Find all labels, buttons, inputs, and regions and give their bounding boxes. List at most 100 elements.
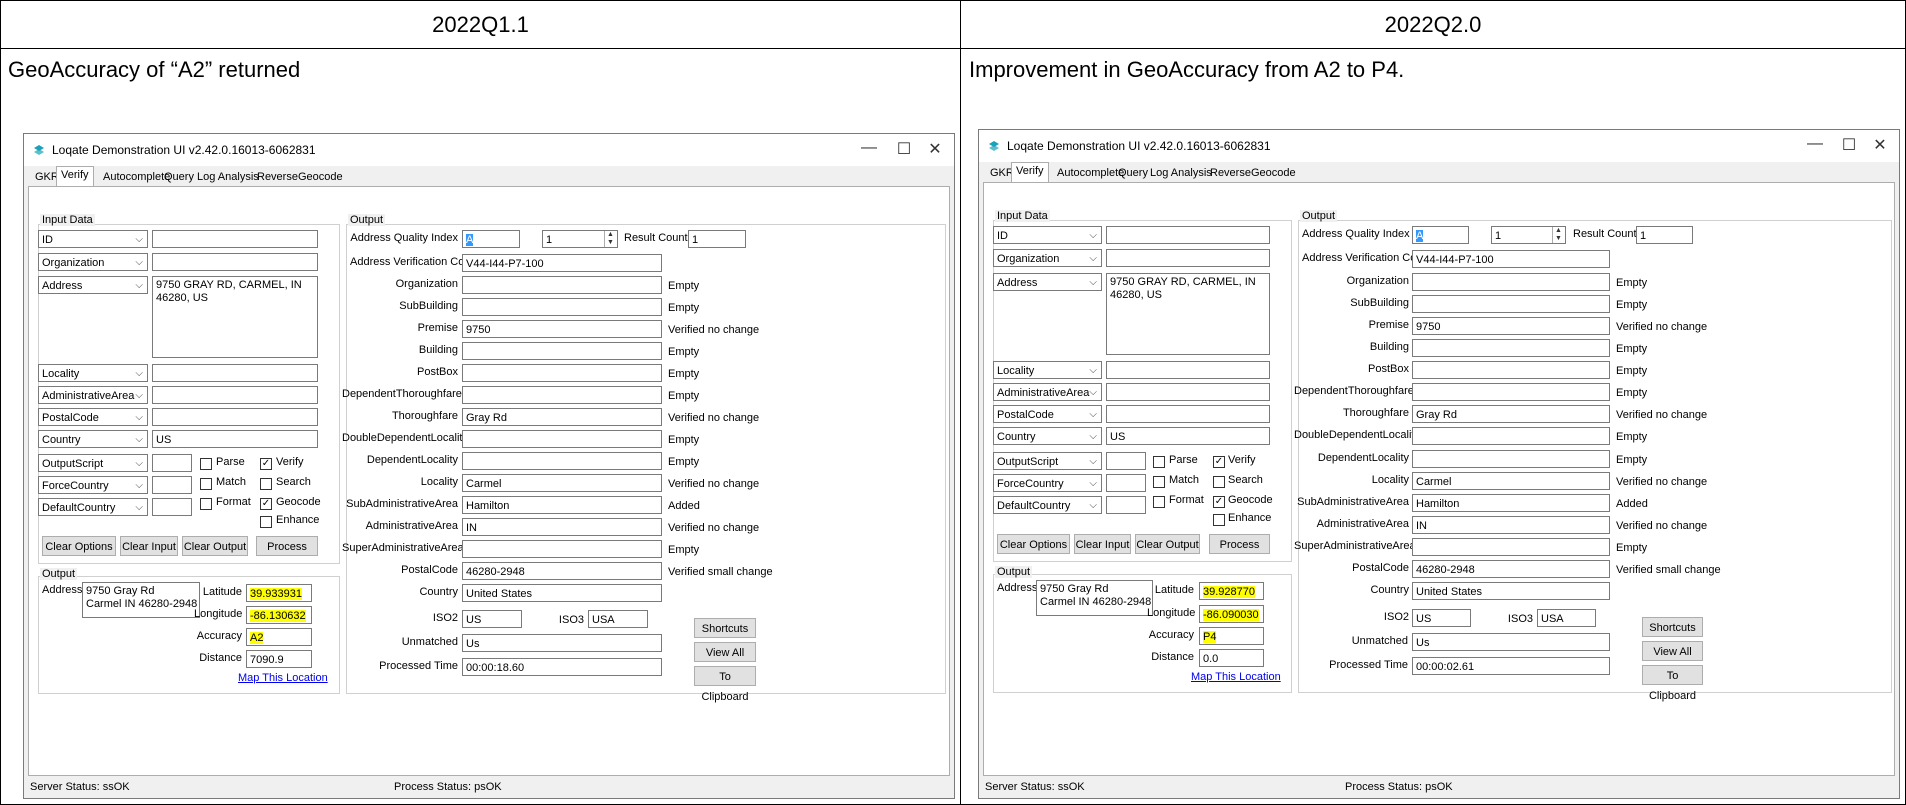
country-input[interactable]: US <box>152 430 318 448</box>
result-dependentthoroughfare-label: DependentThoroughfare <box>342 388 462 400</box>
result-subadministrativearea-label: SubAdministrativeArea <box>1297 496 1409 508</box>
close-button[interactable]: ✕ <box>920 139 950 159</box>
country-input[interactable]: US <box>1106 427 1270 445</box>
parse-checkbox[interactable] <box>200 458 212 470</box>
field-selector-postalcode[interactable]: PostalCode ⌵ <box>38 408 148 426</box>
clear-options-button[interactable]: Clear Options <box>42 536 116 556</box>
close-button[interactable]: ✕ <box>1865 135 1895 155</box>
field-selector-country[interactable]: Country ⌵ <box>993 427 1102 445</box>
tab-reversegeocode[interactable]: ReverseGeocode <box>252 168 348 186</box>
organization-input[interactable] <box>152 253 318 271</box>
result-spinner[interactable]: 1 ▲ ▼ <box>1491 226 1566 244</box>
result-dependentthoroughfare-label: DependentThoroughfare <box>1294 385 1414 397</box>
field-selector-id[interactable]: ID ⌵ <box>38 230 148 248</box>
postalcode-input[interactable] <box>1106 405 1270 423</box>
result-country-label: Country <box>1370 584 1409 596</box>
field-selector-country[interactable]: Country ⌵ <box>38 430 148 448</box>
field-selector-organization[interactable]: Organization ⌵ <box>993 249 1102 267</box>
result-postalcode-value: 46280-2948 <box>462 562 662 580</box>
administrativearea-input[interactable] <box>1106 383 1270 401</box>
shortcuts-button[interactable]: Shortcuts <box>1642 617 1703 637</box>
field-selector-address[interactable]: Address ⌵ <box>993 273 1102 291</box>
field-selector-organization[interactable]: Organization ⌵ <box>38 253 148 271</box>
caption-left: GeoAccuracy of “A2” returned <box>8 57 301 82</box>
view-all-button[interactable]: View All <box>694 642 756 662</box>
field-selector-postalcode[interactable]: PostalCode ⌵ <box>993 405 1102 423</box>
option-outputscript-value[interactable] <box>152 454 192 472</box>
option-outputscript-value[interactable] <box>1106 452 1146 470</box>
option-forcecountry-value[interactable] <box>152 476 192 494</box>
field-selector-address[interactable]: Address ⌵ <box>38 276 148 294</box>
organization-input[interactable] <box>1106 249 1270 267</box>
distance-value: 7090.9 <box>246 650 312 668</box>
maximize-button[interactable]: ☐ <box>1834 135 1864 155</box>
process-button[interactable]: Process <box>1209 534 1270 554</box>
option-outputscript[interactable]: OutputScript ⌵ <box>38 454 148 472</box>
format-checkbox[interactable] <box>1153 496 1165 508</box>
search-checkbox[interactable] <box>260 478 272 490</box>
result-spinner[interactable]: 1 ▲ ▼ <box>542 230 618 248</box>
match-checkbox[interactable] <box>1153 476 1165 488</box>
address-input[interactable]: 9750 GRAY RD, CARMEL, IN 46280, US <box>152 276 318 358</box>
window-title: Loqate Demonstration UI v2.42.0.16013-60… <box>52 143 316 157</box>
match-checkbox[interactable] <box>200 478 212 490</box>
view-all-button[interactable]: View All <box>1642 641 1703 661</box>
status-bar: Server Status: ssOK Process Status: psOK <box>24 778 954 798</box>
clear-output-button[interactable]: Clear Output <box>182 536 248 556</box>
search-checkbox[interactable] <box>1213 476 1225 488</box>
id-input[interactable] <box>152 230 318 248</box>
parse-checkbox[interactable] <box>1153 456 1165 468</box>
result-postbox-label: PostBox <box>1368 363 1409 375</box>
option-forcecountry[interactable]: ForceCountry ⌵ <box>993 474 1102 492</box>
maximize-button[interactable]: ☐ <box>889 139 919 159</box>
postalcode-input[interactable] <box>152 408 318 426</box>
address-input[interactable]: 9750 GRAY RD, CARMEL, IN 46280, US <box>1106 273 1270 355</box>
shortcuts-button[interactable]: Shortcuts <box>694 618 756 638</box>
to-clipboard-button[interactable]: To Clipboard <box>694 666 756 703</box>
verify-checkbox[interactable]: ✓ <box>260 458 272 470</box>
process-button[interactable]: Process <box>256 536 318 556</box>
verify-checkbox[interactable]: ✓ <box>1213 456 1225 468</box>
id-input[interactable] <box>1106 226 1270 244</box>
to-clipboard-button[interactable]: To Clipboard <box>1642 665 1703 702</box>
tab-reversegeocode[interactable]: ReverseGeocode <box>1205 164 1301 182</box>
format-checkbox[interactable] <box>200 498 212 510</box>
option-outputscript[interactable]: OutputScript ⌵ <box>993 452 1102 470</box>
tab-verify[interactable]: Verify <box>1011 162 1049 182</box>
enhance-checkbox[interactable] <box>1213 514 1225 526</box>
minimize-button[interactable]: — <box>854 139 884 157</box>
result-postalcode-label: PostalCode <box>401 564 458 576</box>
address-quality-index-value: A <box>1412 226 1469 244</box>
administrativearea-input[interactable] <box>152 386 318 404</box>
unmatched-label: Unmatched <box>401 636 458 648</box>
map-this-location-link[interactable]: Map This Location <box>238 672 328 684</box>
unmatched-value: Us <box>1412 633 1610 651</box>
option-defaultcountry[interactable]: DefaultCountry ⌵ <box>993 496 1102 514</box>
option-defaultcountry-value[interactable] <box>152 498 192 516</box>
field-selector-locality[interactable]: Locality ⌵ <box>38 364 148 382</box>
option-defaultcountry-value[interactable] <box>1106 496 1146 514</box>
clear-input-button[interactable]: Clear Input <box>120 536 178 556</box>
enhance-checkbox[interactable] <box>260 516 272 528</box>
result-superadministrativearea-label: SuperAdministrativeArea <box>342 542 464 554</box>
locality-input[interactable] <box>1106 361 1270 379</box>
field-selector-administrativearea[interactable]: AdministrativeArea ⌵ <box>993 383 1102 401</box>
verify-label: Verify <box>1228 454 1256 466</box>
clear-output-button[interactable]: Clear Output <box>1135 534 1200 554</box>
tab-verify[interactable]: Verify <box>56 166 94 186</box>
geocode-checkbox[interactable]: ✓ <box>260 498 272 510</box>
clear-input-button[interactable]: Clear Input <box>1074 534 1131 554</box>
result-thoroughfare-status: Verified no change <box>1616 409 1708 421</box>
option-forcecountry[interactable]: ForceCountry ⌵ <box>38 476 148 494</box>
field-selector-administrativearea[interactable]: AdministrativeArea ⌵ <box>38 386 148 404</box>
map-this-location-link[interactable]: Map This Location <box>1191 671 1281 683</box>
field-selector-id[interactable]: ID ⌵ <box>993 226 1102 244</box>
field-selector-locality[interactable]: Locality ⌵ <box>993 361 1102 379</box>
clear-options-button[interactable]: Clear Options <box>997 534 1070 554</box>
result-locality-status: Verified no change <box>1616 476 1708 488</box>
option-defaultcountry[interactable]: DefaultCountry ⌵ <box>38 498 148 516</box>
minimize-button[interactable]: — <box>1800 135 1830 153</box>
option-forcecountry-value[interactable] <box>1106 474 1146 492</box>
locality-input[interactable] <box>152 364 318 382</box>
geocode-checkbox[interactable]: ✓ <box>1213 496 1225 508</box>
